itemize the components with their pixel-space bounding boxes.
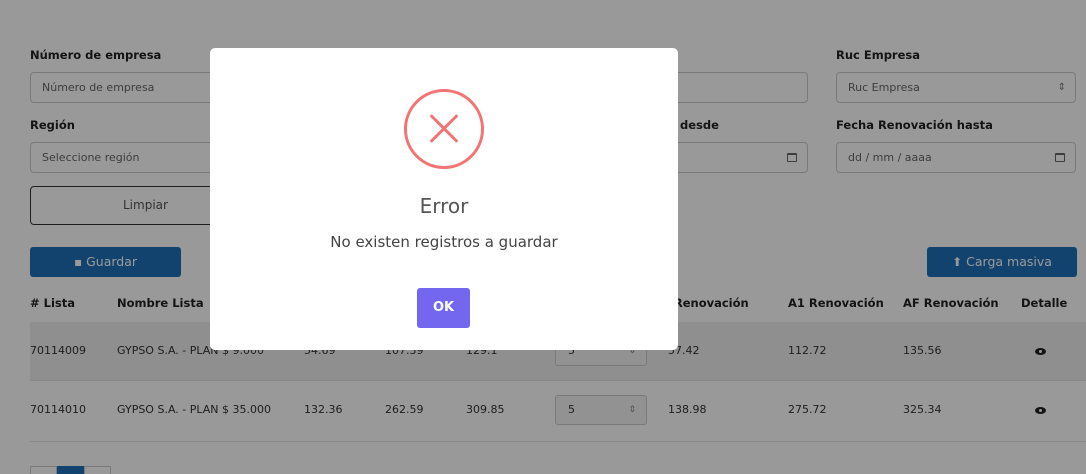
dialog-message: No existen registros a guardar — [330, 233, 558, 251]
dialog-title: Error — [419, 194, 469, 218]
ok-button[interactable]: OK — [417, 288, 470, 328]
error-dialog: Error No existen registros a guardar OK — [210, 48, 678, 350]
error-x-icon — [404, 89, 484, 169]
